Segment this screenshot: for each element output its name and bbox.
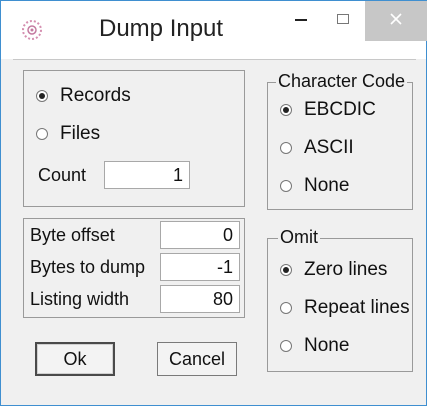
zero-lines-radio[interactable]	[280, 264, 292, 276]
character-code-group: Character Code EBCDIC ASCII None	[267, 71, 413, 210]
byte-offset-field[interactable]: 0	[160, 221, 240, 249]
dump-type-group: Records Files Count 1	[23, 70, 245, 207]
repeat-lines-label: Repeat lines	[304, 297, 410, 318]
ascii-label: ASCII	[304, 137, 354, 158]
ascii-radio[interactable]	[280, 142, 292, 154]
records-radio[interactable]	[36, 90, 48, 102]
listing-width-field[interactable]: 80	[160, 285, 240, 313]
omit-none-radio-option[interactable]: None	[280, 335, 349, 357]
zero-lines-radio-option[interactable]: Zero lines	[280, 259, 387, 281]
byte-offset-label: Byte offset	[30, 225, 115, 245]
count-field[interactable]: 1	[104, 161, 190, 189]
ascii-radio-option[interactable]: ASCII	[280, 137, 354, 159]
maximize-icon	[336, 12, 350, 31]
app-icon	[21, 19, 43, 41]
close-icon	[389, 12, 403, 31]
records-radio-option[interactable]: Records	[36, 85, 131, 107]
dialog-content: Records Files Count 1 Byte offset 0 Byte…	[13, 59, 416, 398]
close-button[interactable]	[365, 1, 427, 41]
window-title: Dump Input	[99, 15, 224, 42]
minimize-button[interactable]	[281, 1, 321, 41]
omit-none-radio[interactable]	[280, 340, 292, 352]
files-label: Files	[60, 123, 101, 144]
offsets-group: Byte offset 0 Bytes to dump -1 Listing w…	[23, 218, 245, 318]
charcode-none-radio-option[interactable]: None	[280, 175, 349, 197]
files-radio[interactable]	[36, 128, 48, 140]
bytes-to-dump-label: Bytes to dump	[30, 257, 146, 277]
ok-button[interactable]: Ok	[35, 342, 115, 376]
dump-input-window: Dump Input Records Files Count 1 Byte of…	[0, 0, 427, 406]
zero-lines-label: Zero lines	[304, 259, 388, 280]
count-label: Count	[38, 165, 87, 185]
character-code-title: Character Code	[276, 71, 408, 91]
charcode-none-radio[interactable]	[280, 180, 292, 192]
ebcdic-radio[interactable]	[280, 104, 292, 116]
repeat-lines-radio-option[interactable]: Repeat lines	[280, 297, 410, 319]
repeat-lines-radio[interactable]	[280, 302, 292, 314]
ebcdic-label: EBCDIC	[304, 99, 376, 120]
minimize-icon	[294, 12, 308, 31]
files-radio-option[interactable]: Files	[36, 123, 100, 145]
title-bar[interactable]: Dump Input	[1, 1, 427, 59]
omit-title: Omit	[278, 227, 320, 247]
cancel-button[interactable]: Cancel	[157, 342, 237, 376]
listing-width-label: Listing width	[30, 289, 130, 309]
maximize-button[interactable]	[323, 1, 363, 41]
ebcdic-radio-option[interactable]: EBCDIC	[280, 99, 376, 121]
omit-none-label: None	[304, 335, 350, 356]
omit-group: Omit Zero lines Repeat lines None	[267, 227, 413, 372]
records-label: Records	[60, 85, 131, 106]
charcode-none-label: None	[304, 175, 350, 196]
bytes-to-dump-field[interactable]: -1	[160, 253, 240, 281]
